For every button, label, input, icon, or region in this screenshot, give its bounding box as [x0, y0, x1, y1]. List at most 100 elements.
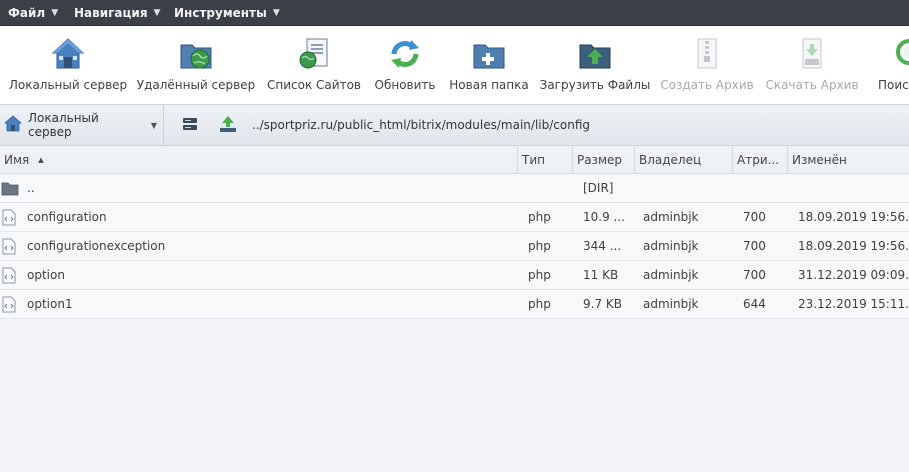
column-header-size-label: Размер — [577, 153, 623, 167]
column-header-modified-label: Изменён — [792, 153, 847, 167]
file-name: option1 — [27, 297, 73, 311]
local-server-label: Локальный сервер — [8, 78, 128, 92]
file-name: configurationexception — [27, 239, 166, 253]
column-header-size[interactable]: Размер — [573, 146, 635, 174]
table-row[interactable]: configuration php 10.9 ... adminbjk 700 … — [0, 203, 909, 232]
remote-server-icon — [178, 36, 214, 72]
current-path: ../sportpriz.ru/public_html/bitrix/modul… — [252, 118, 590, 132]
path-bar: Локальный сервер ▼ ../sportpriz.ru/publi… — [0, 104, 909, 146]
menu-file-label: Файл — [8, 5, 46, 20]
file-owner: adminbjk — [643, 297, 699, 311]
php-file-icon — [1, 238, 19, 255]
local-server-icon — [50, 36, 86, 72]
file-size: 10.9 ... — [583, 210, 625, 224]
file-type — [528, 174, 568, 203]
local-server-button[interactable]: Локальный сервер — [8, 26, 128, 104]
chevron-down-icon: ▼ — [153, 7, 161, 18]
file-name: configuration — [27, 210, 107, 224]
chevron-down-icon: ▼ — [51, 7, 59, 18]
column-header-name[interactable]: Имя ▲ — [0, 146, 518, 174]
create-archive-label: Создать Архив — [660, 78, 754, 92]
file-modified: 18.09.2019 19:56... — [798, 239, 909, 253]
create-archive-button[interactable]: Создать Архив — [660, 26, 754, 104]
server-select[interactable]: Локальный сервер ▼ — [0, 105, 164, 145]
file-size: [DIR] — [583, 181, 614, 195]
column-header-owner-label: Владелец — [639, 153, 702, 167]
file-owner: adminbjk — [643, 239, 699, 253]
site-list-icon — [296, 36, 332, 72]
menu-bar: Файл ▼ Навигация ▼ Инструменты ▼ — [0, 0, 909, 26]
site-list-button[interactable]: Список Сайтов — [266, 26, 362, 104]
download-archive-button[interactable]: Скачать Архив — [765, 26, 859, 104]
toolbar: Локальный сервер Удалённый сервер Список… — [0, 26, 909, 104]
search-icon — [879, 36, 909, 72]
refresh-label: Обновить — [374, 78, 436, 92]
refresh-button[interactable]: Обновить — [372, 26, 438, 104]
file-attributes: 700 — [743, 268, 766, 282]
new-folder-label: Новая папка — [449, 78, 529, 92]
server-select-label: Локальный сервер — [28, 111, 99, 139]
file-name: .. — [27, 181, 35, 195]
upload-files-label: Загрузить Файлы — [539, 78, 651, 92]
remote-server-label: Удалённый сервер — [136, 78, 256, 92]
site-list-label: Список Сайтов — [267, 78, 361, 92]
file-modified: 31.12.2019 09:09... — [798, 268, 909, 282]
chevron-down-icon: ▼ — [272, 7, 280, 18]
upload-files-button[interactable]: Загрузить Файлы — [540, 26, 650, 104]
table-row[interactable]: option1 php 9.7 KB adminbjk 644 23.12.20… — [0, 290, 909, 319]
column-header-name-label: Имя — [4, 153, 30, 167]
file-type: php — [528, 210, 551, 224]
column-header-modified[interactable]: Изменён — [788, 146, 909, 174]
file-modified: 23.12.2019 15:11... — [798, 297, 909, 311]
file-attributes: 644 — [743, 297, 766, 311]
file-name: option — [27, 268, 65, 282]
php-file-icon — [1, 296, 19, 313]
search-label: Поиск — [877, 78, 909, 92]
new-folder-icon — [471, 36, 507, 72]
file-type: php — [528, 268, 551, 282]
refresh-icon — [387, 36, 423, 72]
table-row[interactable]: option php 11 KB adminbjk 700 31.12.2019… — [0, 261, 909, 290]
file-owner: adminbjk — [643, 210, 699, 224]
folder-up-icon — [218, 115, 238, 136]
search-button[interactable]: Поиск — [869, 26, 909, 104]
menu-navigation-label: Навигация — [74, 5, 148, 20]
file-owner — [643, 174, 723, 203]
file-attributes — [743, 174, 783, 203]
column-header-owner[interactable]: Владелец — [635, 146, 733, 174]
table-row[interactable]: .. [DIR] — [0, 174, 909, 203]
sort-ascending-icon: ▲ — [38, 156, 44, 164]
menu-navigation[interactable]: Навигация ▼ — [66, 0, 166, 26]
file-type: php — [528, 239, 551, 253]
file-attributes: 700 — [743, 210, 766, 224]
menu-tools[interactable]: Инструменты ▼ — [166, 0, 286, 26]
server-icon — [181, 115, 199, 136]
column-header-attributes-label: Атри... — [737, 153, 780, 167]
file-modified — [798, 174, 909, 203]
table-row[interactable]: configurationexception php 344 ... admin… — [0, 232, 909, 261]
php-file-icon — [1, 267, 19, 284]
upload-icon — [577, 36, 613, 72]
chevron-down-icon: ▼ — [150, 120, 157, 130]
menu-file[interactable]: Файл ▼ — [0, 0, 66, 26]
column-header-attributes[interactable]: Атри... — [733, 146, 788, 174]
file-size: 9.7 KB — [583, 297, 622, 311]
folder-icon — [1, 180, 19, 197]
file-table-header: Имя ▲ Тип Размер Владелец Атри... Изменён — [0, 146, 909, 174]
home-icon — [3, 114, 23, 136]
php-file-icon — [1, 209, 19, 226]
server-button[interactable] — [178, 113, 202, 137]
file-type: php — [528, 297, 551, 311]
download-archive-icon — [794, 36, 830, 72]
file-size: 344 ... — [583, 239, 622, 253]
remote-server-button[interactable]: Удалённый сервер — [137, 26, 255, 104]
menu-tools-label: Инструменты — [174, 5, 267, 20]
up-folder-button[interactable] — [216, 113, 240, 137]
column-header-type-label: Тип — [522, 153, 545, 167]
file-modified: 18.09.2019 19:56... — [798, 210, 909, 224]
file-size: 11 KB — [583, 268, 619, 282]
new-folder-button[interactable]: Новая папка — [448, 26, 530, 104]
create-archive-icon — [689, 36, 725, 72]
file-attributes: 700 — [743, 239, 766, 253]
column-header-type[interactable]: Тип — [518, 146, 573, 174]
